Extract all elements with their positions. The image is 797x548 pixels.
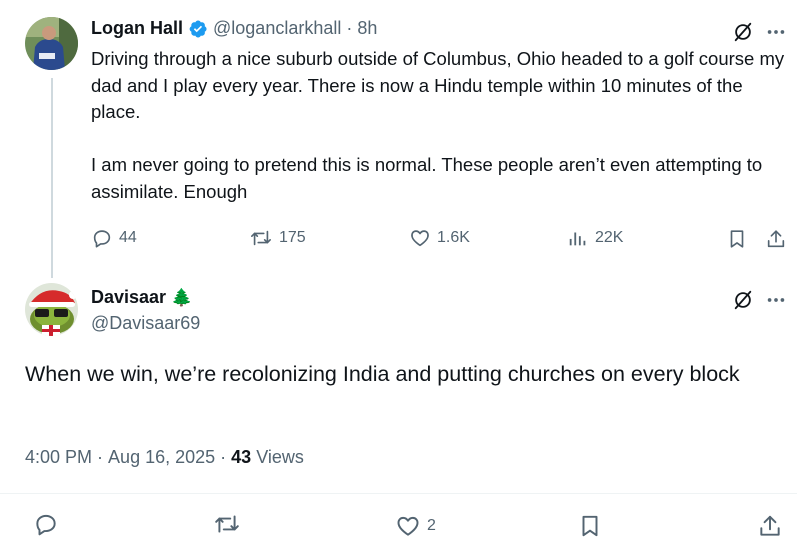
more-icon[interactable] (764, 288, 788, 312)
bookmark-icon[interactable] (725, 227, 749, 251)
tweet-text: Driving through a nice suburb outside of… (91, 48, 785, 202)
like-button[interactable]: 2 (395, 513, 436, 539)
like-button[interactable]: 1.6K (409, 227, 470, 249)
like-icon (409, 227, 431, 249)
tree-emoji: 🌲 (171, 287, 193, 307)
bookmark-icon[interactable] (577, 513, 603, 539)
separator-dot: · (220, 447, 227, 467)
views-icon (567, 227, 589, 249)
repost-count: 175 (279, 229, 306, 246)
reply-button[interactable]: 44 (91, 227, 137, 249)
repost-icon (213, 511, 241, 542)
views-count: 43 (231, 447, 252, 467)
reply-author-name[interactable]: Davisaar (91, 287, 166, 308)
repost-button[interactable]: 175 (249, 227, 306, 249)
like-icon (395, 513, 421, 539)
verified-badge-icon (188, 19, 208, 39)
post-time[interactable]: 4:00 PM (25, 447, 92, 468)
reply-icon (91, 227, 113, 249)
author-name[interactable]: Logan Hall (91, 18, 183, 39)
share-icon[interactable] (757, 513, 783, 539)
reply-text: When we win, we’re recolonizing India an… (25, 362, 740, 386)
views-count: 22K (595, 229, 624, 246)
reply-author-handle[interactable]: @Davisaar69 (91, 313, 200, 334)
divider (0, 493, 797, 494)
post-date[interactable]: Aug 16, 2025 (108, 447, 215, 468)
more-icon[interactable] (764, 20, 788, 44)
separator-dot: · (346, 18, 353, 38)
reply-button[interactable] (33, 513, 59, 539)
thread-connector-line (51, 78, 53, 278)
views-button[interactable]: 22K (567, 227, 623, 249)
like-count: 2 (427, 517, 436, 534)
views-label: Views (256, 447, 304, 467)
reply-icon (33, 511, 59, 542)
timestamp[interactable]: 8h (357, 18, 377, 39)
grok-icon[interactable] (731, 288, 755, 312)
tweet-metadata: 4:00 PM · Aug 16, 2025 · 43 Views (25, 447, 304, 468)
avatar-logan-hall[interactable] (25, 17, 78, 70)
separator-dot: · (97, 447, 104, 467)
repost-icon (249, 227, 273, 249)
reply-count: 44 (119, 229, 137, 246)
share-icon[interactable] (764, 227, 788, 251)
repost-button[interactable] (213, 513, 241, 539)
author-handle[interactable]: @loganclarkhall (213, 18, 341, 39)
like-count: 1.6K (437, 229, 470, 246)
avatar-davisaar[interactable] (25, 283, 78, 336)
grok-icon[interactable] (731, 20, 755, 44)
